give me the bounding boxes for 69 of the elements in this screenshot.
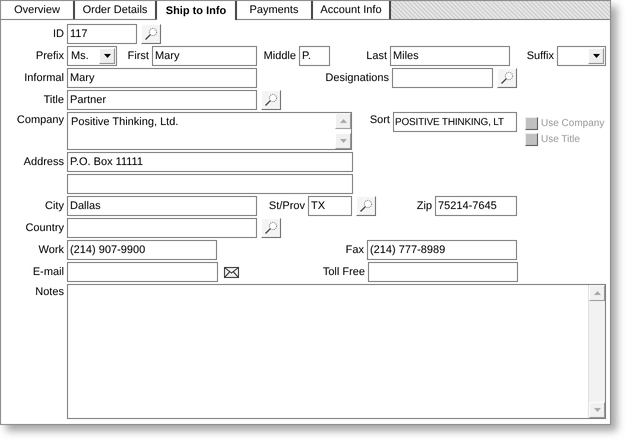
tab[interactable]: Payments	[237, 1, 313, 19]
field-label: Company	[16, 113, 65, 126]
field-label: Middle	[262, 50, 297, 62]
dropdown[interactable]: Ms.	[67, 46, 117, 66]
tab[interactable]: Overview	[1, 1, 75, 19]
text-field[interactable]: Mary	[67, 68, 257, 88]
field-label: City	[44, 200, 65, 212]
text-field[interactable]	[67, 218, 257, 238]
magnifier-button[interactable]	[497, 68, 517, 88]
text-field[interactable]: P.	[299, 46, 330, 66]
text-field[interactable]: TX	[308, 196, 352, 216]
field-label: Country	[24, 222, 65, 234]
up-arrow-icon	[340, 119, 346, 123]
text-field[interactable]: 75214-7645	[435, 196, 517, 216]
field-label: Sort	[368, 113, 391, 126]
field-label: Work	[38, 244, 65, 256]
scroll-down-button[interactable]	[589, 402, 605, 418]
magnifier-icon	[359, 199, 373, 213]
field-label: ID	[52, 28, 65, 40]
tab[interactable]: Ship to Info	[157, 1, 237, 20]
envelope-icon[interactable]	[224, 266, 239, 278]
field-label: St/Prov	[268, 200, 306, 212]
text-field[interactable]: Partner	[67, 90, 257, 110]
magnifier-icon	[500, 71, 514, 85]
text-field[interactable]: (214) 907-9900	[67, 240, 217, 260]
field-label: Designations	[324, 72, 390, 84]
scroll-down-button[interactable]	[335, 133, 351, 149]
scroll-up-button[interactable]	[335, 113, 351, 129]
dropdown[interactable]	[557, 46, 606, 66]
magnifier-button[interactable]	[356, 196, 376, 216]
text-field[interactable]: 117	[67, 24, 137, 44]
caret-icon	[104, 54, 110, 58]
magnifier-icon	[264, 221, 278, 235]
down-arrow-icon	[594, 408, 600, 412]
field-label: E-mail	[32, 266, 65, 278]
text-field[interactable]: Miles	[390, 46, 510, 66]
field-label: Zip	[416, 200, 433, 212]
text-field[interactable]: P.O. Box 11111	[67, 152, 353, 172]
text-field[interactable]: (214) 777-8989	[367, 240, 517, 260]
tab[interactable]: Order Details	[75, 1, 157, 19]
magnifier-button[interactable]	[261, 218, 281, 238]
text-field[interactable]: Mary	[152, 46, 257, 66]
down-arrow-icon	[340, 139, 346, 143]
field-label: Title	[42, 94, 65, 106]
text-field[interactable]: POSITIVE THINKING, LT	[393, 112, 517, 132]
field-label: Notes	[34, 285, 65, 298]
field-label: Fax	[344, 244, 365, 256]
up-arrow-icon	[594, 291, 600, 295]
magnifier-icon	[264, 93, 278, 107]
caret-icon	[592, 54, 600, 58]
field-label: Toll Free	[322, 266, 366, 278]
text-field[interactable]	[368, 262, 518, 282]
magnifier-button[interactable]	[141, 24, 161, 44]
text-field[interactable]	[67, 174, 353, 194]
field-label: Address	[22, 156, 65, 168]
field-label: First	[126, 50, 150, 62]
field-label: Informal	[23, 72, 65, 84]
scroll-up-button[interactable]	[589, 285, 605, 301]
text-area[interactable]: Positive Thinking, Ltd.	[67, 112, 352, 150]
tab[interactable]: Account Info	[313, 1, 391, 19]
magnifier-button[interactable]	[261, 90, 281, 110]
magnifier-icon	[144, 27, 158, 41]
field-label: Last	[365, 50, 388, 62]
field-label: Suffix	[526, 50, 555, 62]
field-label: Prefix	[34, 50, 65, 62]
text-field[interactable]	[392, 68, 493, 88]
text-field[interactable]	[67, 262, 218, 282]
text-field[interactable]: Dallas	[67, 196, 257, 216]
scrollbar[interactable]	[588, 285, 605, 418]
